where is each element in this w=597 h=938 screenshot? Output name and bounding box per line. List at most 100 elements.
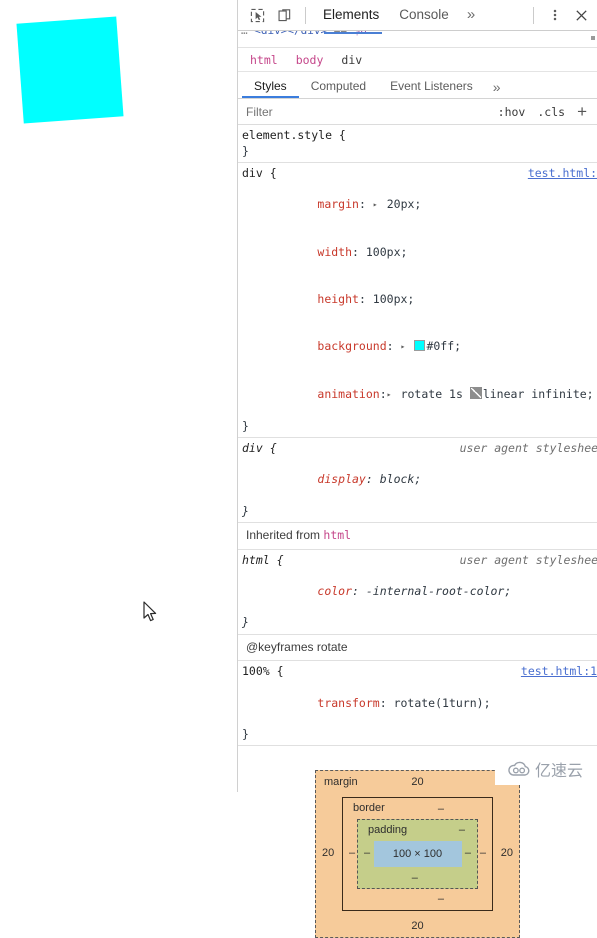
rule-close-brace: }	[242, 503, 249, 518]
inspect-element-icon[interactable]	[244, 2, 271, 29]
declaration-value: rotate 1s	[400, 386, 463, 401]
declaration-property: animation	[317, 386, 380, 401]
hov-button[interactable]: :hov	[492, 105, 532, 119]
rule-selector: element.style {	[242, 128, 346, 142]
dom-tag-open: <div>	[254, 31, 287, 37]
dom-horizontal-scrollbar[interactable]	[589, 34, 597, 42]
expand-arrow-icon[interactable]: ▸	[401, 339, 408, 355]
rule-close-brace: }	[242, 726, 249, 741]
rule-element-style[interactable]: element.style { }	[238, 125, 597, 164]
inherited-from-header: Inherited from html	[238, 523, 597, 550]
declaration-height[interactable]: height: 100px;	[242, 276, 589, 323]
declaration-value: 100px;	[365, 245, 408, 260]
rule-source-link[interactable]: test.html:12	[521, 664, 597, 680]
tab-console[interactable]: Console	[389, 0, 459, 30]
breadcrumb-item-html[interactable]: html	[241, 53, 287, 67]
watermark-text: 亿速云	[534, 761, 583, 780]
more-tabs-button[interactable]: »	[459, 1, 483, 29]
toolbar-divider-right	[533, 6, 534, 24]
rule-div[interactable]: div { test.html:3 margin: ▸ 20px; width:…	[238, 163, 597, 439]
styles-filter-row: :hov .cls +	[238, 99, 597, 125]
declaration-property: color	[317, 584, 353, 599]
box-model-content[interactable]: 100 × 100	[373, 841, 462, 868]
breadcrumb-item-div[interactable]: div	[332, 53, 371, 67]
declaration-property: background	[317, 338, 387, 353]
declaration-property: width	[317, 245, 353, 260]
css-rules-list: element.style { } div { test.html:3 marg…	[238, 125, 597, 938]
padding-top-value[interactable]: –	[459, 823, 465, 839]
filter-input[interactable]	[246, 104, 492, 119]
padding-right-value[interactable]: –	[465, 847, 471, 863]
declaration-color: color: -internal-root-color;	[317, 584, 512, 599]
box-model-padding-label: padding	[368, 824, 408, 837]
tab-computed[interactable]: Computed	[299, 79, 378, 98]
margin-bottom-value[interactable]: 20	[411, 919, 423, 935]
margin-top-value[interactable]: 20	[411, 775, 423, 791]
device-toolbar-icon[interactable]	[271, 2, 298, 29]
styles-sub-tabs: Styles Computed Event Listeners »	[238, 72, 597, 99]
dom-ellipsis: …	[238, 31, 248, 37]
tab-styles[interactable]: Styles	[242, 79, 299, 98]
inherited-source[interactable]: html	[323, 528, 351, 542]
declaration-value: 20px;	[386, 197, 422, 212]
close-icon[interactable]	[568, 2, 595, 29]
tab-event-listeners[interactable]: Event Listeners	[378, 79, 485, 98]
rule-html-user-agent[interactable]: html { user agent stylesheet color: -int…	[238, 550, 597, 635]
border-right-value[interactable]: –	[480, 847, 486, 863]
keyframes-header: @keyframes rotate	[238, 635, 597, 662]
devtools-panel: Elements Console » … <div></div> == $0	[237, 0, 597, 938]
declaration-margin[interactable]: margin: ▸ 20px;	[242, 182, 589, 230]
cls-button[interactable]: .cls	[531, 105, 571, 119]
easing-curve-icon[interactable]	[469, 386, 482, 399]
declaration-value: #0ff;	[426, 338, 462, 353]
rule-keyframe-100[interactable]: 100% { test.html:12 transform: rotate(1t…	[238, 661, 597, 747]
margin-left-value[interactable]: 20	[322, 847, 334, 863]
declaration-value: rotate(1turn);	[393, 695, 491, 710]
declaration-background[interactable]: background: ▸ #0ff;	[242, 323, 589, 371]
declaration-value: 100px;	[372, 291, 415, 306]
arrow-cursor	[143, 601, 157, 622]
border-bottom-value[interactable]: –	[438, 892, 444, 908]
border-top-value[interactable]: –	[438, 802, 444, 818]
padding-left-value[interactable]: –	[364, 847, 370, 863]
breadcrumb-item-body[interactable]: body	[287, 53, 333, 67]
box-model-margin-label: margin	[324, 776, 358, 789]
declaration-value: block;	[379, 472, 422, 487]
margin-right-value[interactable]: 20	[501, 847, 513, 863]
declaration-value: -internal-root-color;	[365, 584, 512, 599]
new-style-rule-button[interactable]: +	[571, 102, 591, 121]
page-viewport	[0, 0, 237, 792]
rule-div-user-agent[interactable]: div { user agent stylesheet display: blo…	[238, 438, 597, 524]
dom-selection-underline	[324, 32, 382, 34]
declaration-property: height	[317, 291, 359, 306]
more-sub-tabs-button[interactable]: »	[485, 79, 509, 98]
declaration-property: margin	[317, 197, 359, 212]
user-agent-stylesheet-label: user agent stylesheet	[459, 552, 597, 567]
expand-arrow-icon[interactable]: ▸	[373, 197, 380, 213]
padding-bottom-value[interactable]: –	[412, 871, 424, 887]
box-model-border-label: border	[353, 802, 385, 815]
rotating-cyan-box	[16, 16, 124, 124]
box-model-padding[interactable]: padding – – – – 100 × 100	[357, 819, 478, 890]
cloud-logo-icon	[508, 761, 530, 776]
declaration-display: display: block;	[317, 472, 422, 487]
declaration-width[interactable]: width: 100px;	[242, 230, 589, 277]
rule-close-brace: }	[242, 615, 249, 630]
dom-tree-clipped-row[interactable]: … <div></div> == $0	[238, 31, 597, 48]
border-left-value[interactable]: –	[349, 847, 355, 863]
rule-close-brace: }	[242, 418, 249, 433]
expand-arrow-icon[interactable]: ▸	[387, 387, 394, 403]
box-model-border[interactable]: border – – – – padding – – – – 100 × 100	[342, 797, 493, 912]
kebab-menu-icon[interactable]	[541, 2, 568, 29]
tab-elements[interactable]: Elements	[313, 0, 389, 30]
watermark: 亿速云	[495, 753, 595, 785]
inherited-label: Inherited from	[246, 528, 321, 543]
user-agent-stylesheet-label: user agent stylesheet	[459, 441, 597, 456]
declaration-animation[interactable]: animation:▸ rotate 1s linear infinite;	[242, 371, 594, 419]
declaration-transform[interactable]: transform: rotate(1turn);	[242, 680, 589, 727]
box-model-margin[interactable]: margin 20 20 20 20 border – – – – paddin…	[315, 770, 520, 938]
rule-source-link[interactable]: test.html:3	[528, 166, 597, 182]
devtools-toolbar: Elements Console »	[238, 0, 597, 31]
declaration-value-2: linear infinite;	[482, 386, 594, 401]
color-swatch-icon[interactable]	[414, 339, 426, 351]
